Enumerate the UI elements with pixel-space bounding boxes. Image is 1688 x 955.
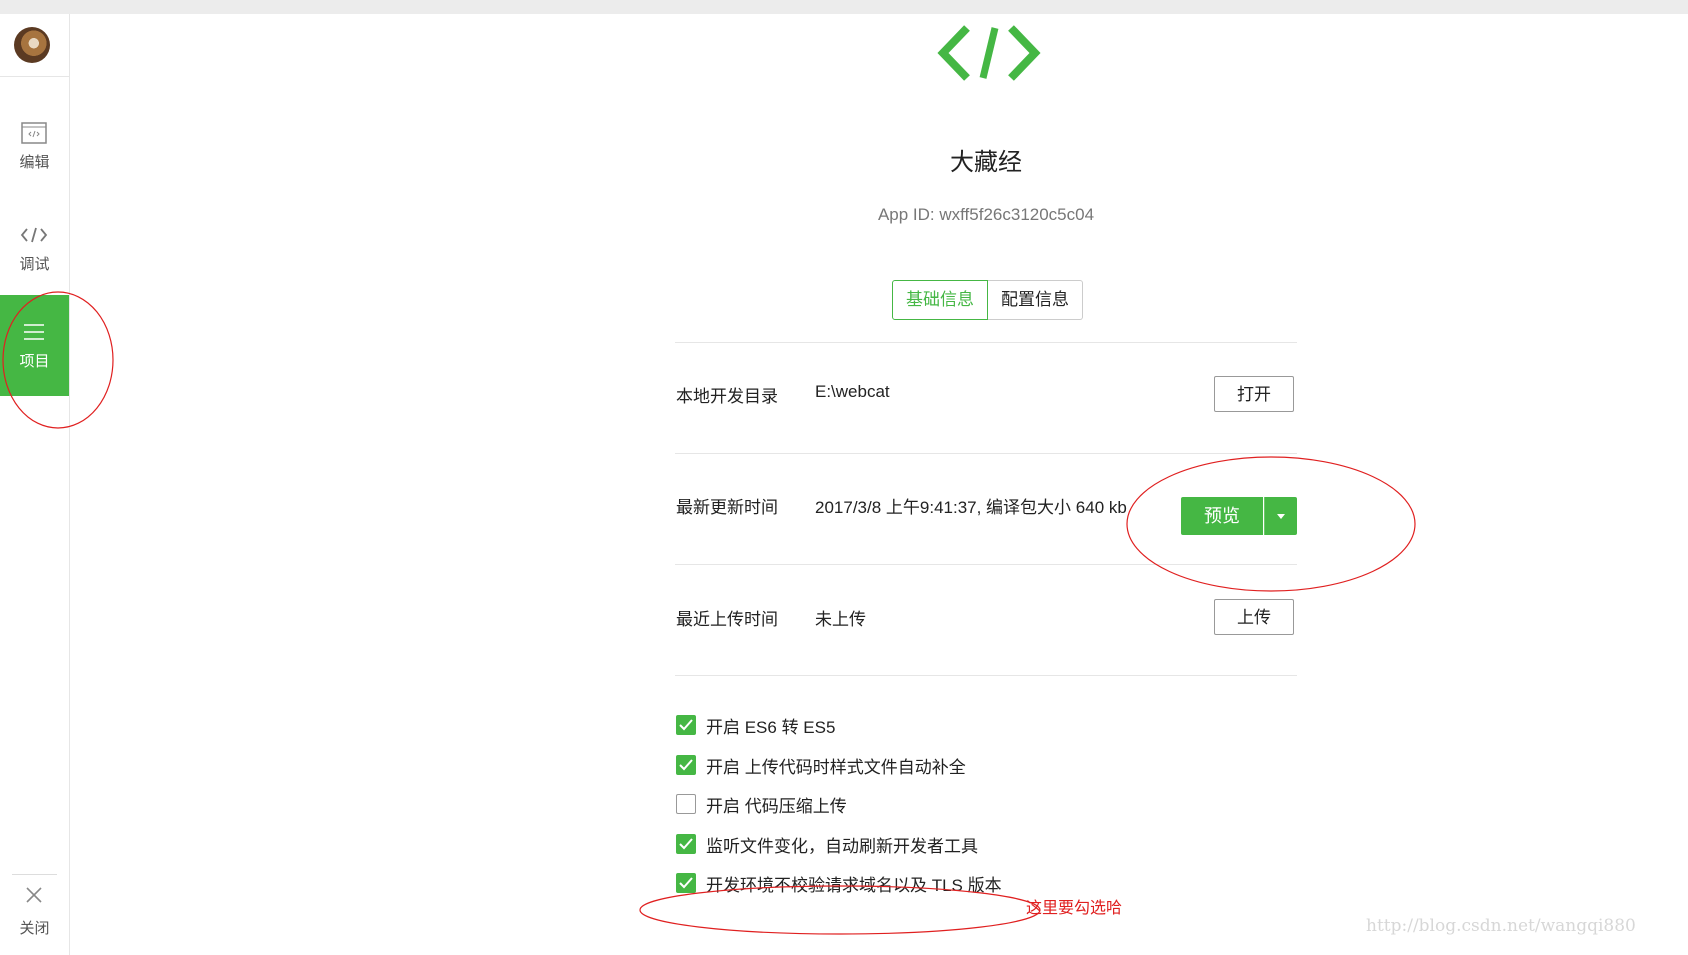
avatar-area — [0, 14, 69, 77]
option-watch-files[interactable]: 监听文件变化，自动刷新开发者工具 — [676, 833, 978, 856]
upload-button[interactable]: 上传 — [1214, 599, 1294, 635]
option-label: 开启 上传代码时样式文件自动补全 — [706, 757, 966, 777]
sidebar-divider — [12, 874, 57, 875]
last-upload-label: 最近上传时间 — [676, 610, 778, 629]
option-style-autocomplete[interactable]: 开启 上传代码时样式文件自动补全 — [676, 754, 966, 777]
preview-button[interactable]: 预览 — [1181, 497, 1263, 535]
option-label: 开发环境不校验请求域名以及 TLS 版本 — [706, 875, 1002, 895]
close-icon — [26, 887, 42, 903]
checkbox-unchecked[interactable] — [676, 794, 696, 814]
tab-basic-info[interactable]: 基础信息 — [892, 280, 988, 320]
divider — [675, 564, 1297, 565]
option-es6-to-es5[interactable]: 开启 ES6 转 ES5 — [676, 714, 836, 737]
tab-config-info[interactable]: 配置信息 — [988, 280, 1083, 320]
app-name: 大藏经 — [950, 149, 1022, 176]
checkbox-checked[interactable] — [676, 715, 696, 735]
divider — [675, 675, 1297, 676]
last-upload-value: 未上传 — [815, 610, 866, 629]
open-button[interactable]: 打开 — [1214, 376, 1294, 412]
option-skip-domain-check[interactable]: 开发环境不校验请求域名以及 TLS 版本 — [676, 872, 1002, 895]
sidebar-item-label: 调试 — [19, 256, 50, 273]
last-update-value: 2017/3/8 上午9:41:37, 编译包大小 640 kb — [815, 498, 1127, 517]
menu-icon — [24, 324, 44, 340]
sidebar-item-project[interactable]: 项目 — [0, 295, 69, 396]
info-tabs: 基础信息 配置信息 — [892, 280, 1083, 320]
avatar[interactable] — [14, 27, 50, 63]
option-label: 监听文件变化，自动刷新开发者工具 — [706, 836, 978, 856]
checkbox-checked[interactable] — [676, 755, 696, 775]
option-code-compress[interactable]: 开启 代码压缩上传 — [676, 793, 847, 816]
divider — [675, 453, 1297, 454]
checkbox-checked[interactable] — [676, 834, 696, 854]
checkbox-checked[interactable] — [676, 873, 696, 893]
sidebar-item-label: 关闭 — [19, 920, 50, 937]
sidebar-item-close[interactable]: 关闭 — [0, 885, 69, 955]
option-label: 开启 代码压缩上传 — [706, 796, 847, 816]
window-top-bar — [0, 0, 1688, 14]
last-update-label: 最新更新时间 — [676, 498, 778, 517]
option-label: 开启 ES6 转 ES5 — [706, 717, 836, 737]
code-brackets-icon — [937, 25, 1041, 81]
divider — [675, 342, 1297, 343]
annotation-note: 这里要勾选哈 — [1026, 900, 1123, 917]
local-dir-value: E:\webcat — [815, 382, 890, 401]
watermark: http://blog.csdn.net/wangqi880 — [1366, 916, 1636, 936]
sidebar-item-label: 项目 — [19, 353, 50, 370]
caret-down-icon — [1277, 514, 1285, 519]
app-id: App ID: wxff5f26c3120c5c04 — [877, 205, 1095, 224]
preview-dropdown-button[interactable] — [1264, 497, 1297, 535]
local-dir-label: 本地开发目录 — [676, 387, 778, 406]
